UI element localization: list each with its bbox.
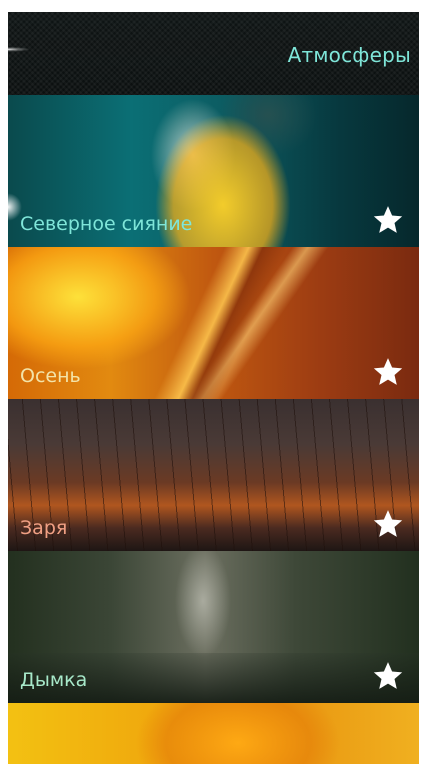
card-label: Осень: [20, 365, 81, 387]
favorite-star-icon[interactable]: [371, 355, 405, 389]
card-label: Северное сияние: [20, 213, 193, 235]
page-title: Атмосферы: [287, 43, 411, 67]
favorite-star-icon[interactable]: [371, 203, 405, 237]
atmosphere-card-haze[interactable]: Дымка: [8, 551, 419, 703]
card-image: [8, 399, 419, 551]
atmosphere-card-partial[interactable]: [8, 703, 419, 764]
atmosphere-card-dawn[interactable]: Заря: [8, 399, 419, 551]
card-label: Заря: [20, 517, 68, 539]
atmosphere-card-autumn[interactable]: Осень: [8, 247, 419, 399]
atmosphere-card-aurora[interactable]: Северное сияние: [8, 95, 419, 247]
card-label: Дымка: [20, 669, 88, 691]
screen: Атмосферы Северное сияние Осень Заря Дым…: [8, 12, 419, 764]
favorite-star-icon[interactable]: [371, 659, 405, 693]
favorite-star-icon[interactable]: [371, 507, 405, 541]
card-image: [8, 703, 419, 764]
header-bar: Атмосферы: [8, 12, 419, 95]
